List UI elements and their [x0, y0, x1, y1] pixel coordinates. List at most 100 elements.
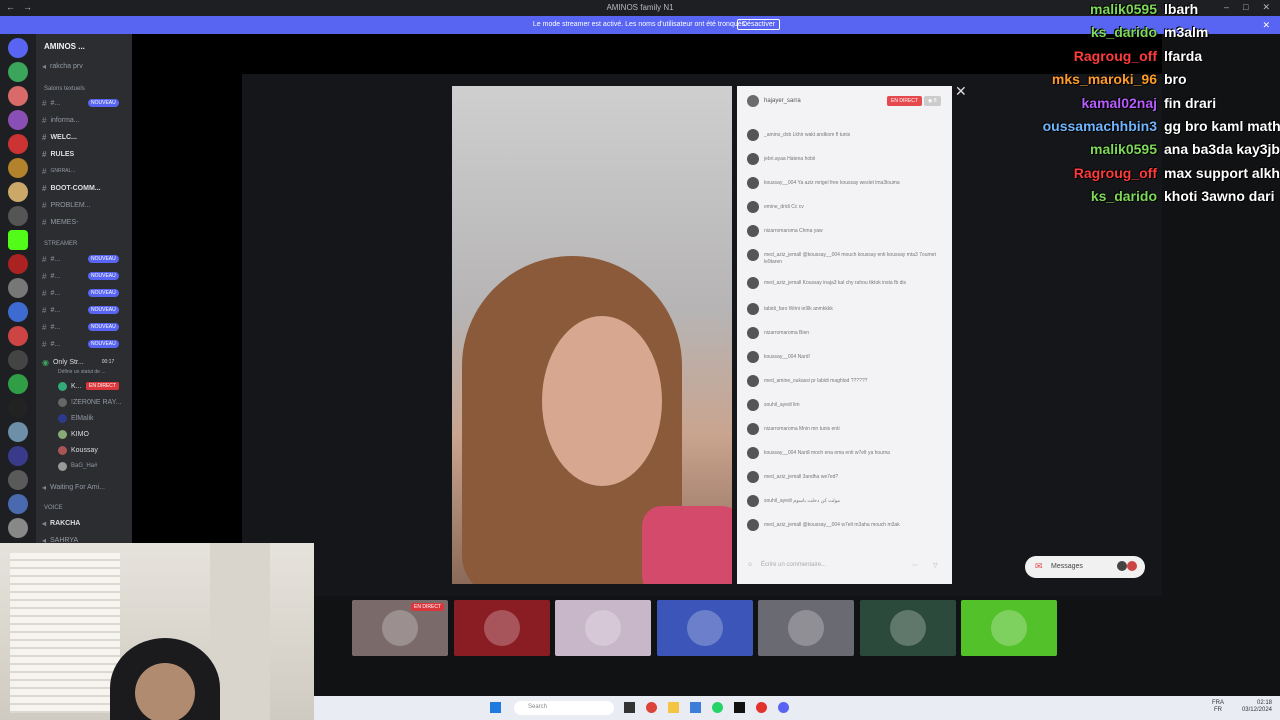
section-text-channels[interactable]: Salons textuels [44, 86, 85, 92]
server-icon[interactable] [8, 470, 28, 490]
app-icon[interactable] [690, 702, 701, 713]
chrome-icon[interactable] [646, 702, 657, 713]
server-icon[interactable] [8, 374, 28, 394]
channel-item[interactable]: # WELC... [42, 131, 77, 143]
live-video-frame[interactable] [452, 86, 732, 584]
thumb-live-stream[interactable]: EN DIRECT [352, 600, 448, 656]
channel-rakcha-prv[interactable]: ◂ rakcha prv [42, 60, 83, 72]
discord-taskbar-icon[interactable] [778, 702, 789, 713]
avatar[interactable] [747, 201, 759, 213]
host-username[interactable]: hajayer_sarra [764, 98, 801, 104]
channel-item[interactable]: # PROBLEM... [42, 199, 91, 211]
channel-item[interactable]: # BOOT-COMM... [42, 182, 101, 194]
server-icon[interactable] [8, 86, 28, 106]
server-icon[interactable] [8, 134, 28, 154]
kick-server-icon[interactable] [8, 230, 28, 250]
voice-user-name: Koussay [71, 446, 98, 454]
channel-item[interactable]: # RULES [42, 148, 74, 160]
server-icon[interactable] [8, 254, 28, 274]
server-icon[interactable] [8, 398, 28, 418]
voice-channel-waiting[interactable]: ◂ Waiting For Ami... [42, 481, 105, 493]
server-icon[interactable] [8, 422, 28, 442]
channel-item[interactable]: # #... [42, 97, 60, 109]
avatar[interactable] [747, 471, 759, 483]
avatar[interactable] [747, 351, 759, 363]
section-voice[interactable]: VOICE [44, 505, 63, 511]
app-icon[interactable] [734, 702, 745, 713]
voice-user[interactable]: Koussay [58, 444, 98, 456]
server-icon[interactable] [8, 350, 28, 370]
avatar[interactable] [747, 129, 759, 141]
thumb-cartoon-avatar[interactable] [859, 600, 956, 656]
channel-item[interactable]: # MEMES- [42, 216, 78, 228]
channel-item[interactable]: # #... [42, 253, 60, 265]
file-explorer-icon[interactable] [624, 702, 635, 713]
voice-user[interactable]: BaG_Ha# [58, 460, 97, 472]
server-name[interactable]: AMINOS ... [44, 42, 85, 51]
server-icon[interactable] [8, 110, 28, 130]
voice-user[interactable]: K... [58, 380, 82, 392]
taskbar-search[interactable]: Search [514, 701, 614, 715]
avatar[interactable] [747, 447, 759, 459]
emoji-icon[interactable]: ☺ [747, 562, 753, 568]
server-icon[interactable] [8, 62, 28, 82]
server-icon[interactable] [8, 302, 28, 322]
thumb-anime-avatar[interactable] [555, 600, 651, 656]
filter-icon[interactable]: ▽ [933, 562, 938, 569]
voice-channel-rakcha[interactable]: ◂ RAKCHA [42, 517, 80, 529]
avatar[interactable] [747, 277, 759, 289]
more-icon[interactable]: ⋯ [912, 562, 918, 569]
messages-button[interactable]: ✉ Messages [1025, 556, 1145, 578]
voice-user[interactable]: KIMO [58, 428, 89, 440]
avatar[interactable] [747, 375, 759, 387]
windows-start-icon[interactable] [490, 702, 501, 713]
channel-item[interactable]: # #... [42, 287, 60, 299]
speaker-icon: ◂ [42, 518, 47, 528]
avatar[interactable] [747, 95, 759, 107]
voice-user[interactable]: ElMalik [58, 412, 94, 424]
avatar[interactable] [747, 177, 759, 189]
avatar[interactable] [747, 423, 759, 435]
channel-item[interactable]: # #... [42, 304, 60, 316]
avatar[interactable] [747, 249, 759, 261]
avatar[interactable] [747, 225, 759, 237]
channel-item[interactable]: # GNRRAL... [42, 165, 75, 177]
avatar[interactable] [747, 327, 759, 339]
server-icon[interactable] [8, 446, 28, 466]
server-icon[interactable] [8, 206, 28, 226]
channel-item[interactable]: # #... [42, 321, 60, 333]
avatar[interactable] [747, 519, 759, 531]
avatar[interactable] [747, 153, 759, 165]
section-streamer[interactable]: STREAMER [44, 241, 77, 247]
discord-home-icon[interactable] [8, 38, 28, 58]
channel-item[interactable]: # #... [42, 338, 60, 350]
kick-chat-username: Ragroug_off [1073, 47, 1157, 64]
server-icon[interactable] [8, 326, 28, 346]
server-icon[interactable] [8, 278, 28, 298]
avatar[interactable] [747, 495, 759, 507]
server-icon[interactable] [8, 158, 28, 178]
thumb-grey-avatar[interactable] [758, 600, 854, 656]
chat-message-text: souhil_ayedi lim [764, 402, 800, 408]
avatar[interactable] [747, 399, 759, 411]
comment-input[interactable]: ☺ Écrire un commentaire... ⋯ ▽ [747, 562, 947, 574]
voice-status[interactable]: Définir un statut de ... [58, 366, 106, 378]
chat-message-text: tabidi_faro Wrini ie9lk anmkkkk [764, 306, 833, 312]
thumb-red-avatar[interactable] [453, 600, 550, 656]
close-icon[interactable]: ✕ [955, 83, 967, 100]
folder-icon[interactable] [668, 702, 679, 713]
taskbar-clock[interactable]: 02:18 03/12/2024 [1242, 700, 1272, 714]
keyboard-language[interactable]: FRA FR [1212, 700, 1224, 714]
channel-item[interactable]: # #... [42, 270, 60, 282]
channel-item[interactable]: # informa... [42, 114, 80, 126]
thumb-kick-avatar[interactable] [961, 600, 1057, 656]
opera-icon[interactable] [756, 702, 767, 713]
voice-user[interactable]: !ZER0NE RAY... [58, 396, 121, 408]
whatsapp-icon[interactable] [712, 702, 723, 713]
server-icon[interactable] [8, 494, 28, 514]
thumb-blue-avatar[interactable] [656, 600, 753, 656]
avatar[interactable] [747, 303, 759, 315]
disable-streamer-button[interactable]: Désactiver [737, 19, 781, 30]
server-icon[interactable] [8, 518, 28, 538]
server-icon[interactable] [8, 182, 28, 202]
